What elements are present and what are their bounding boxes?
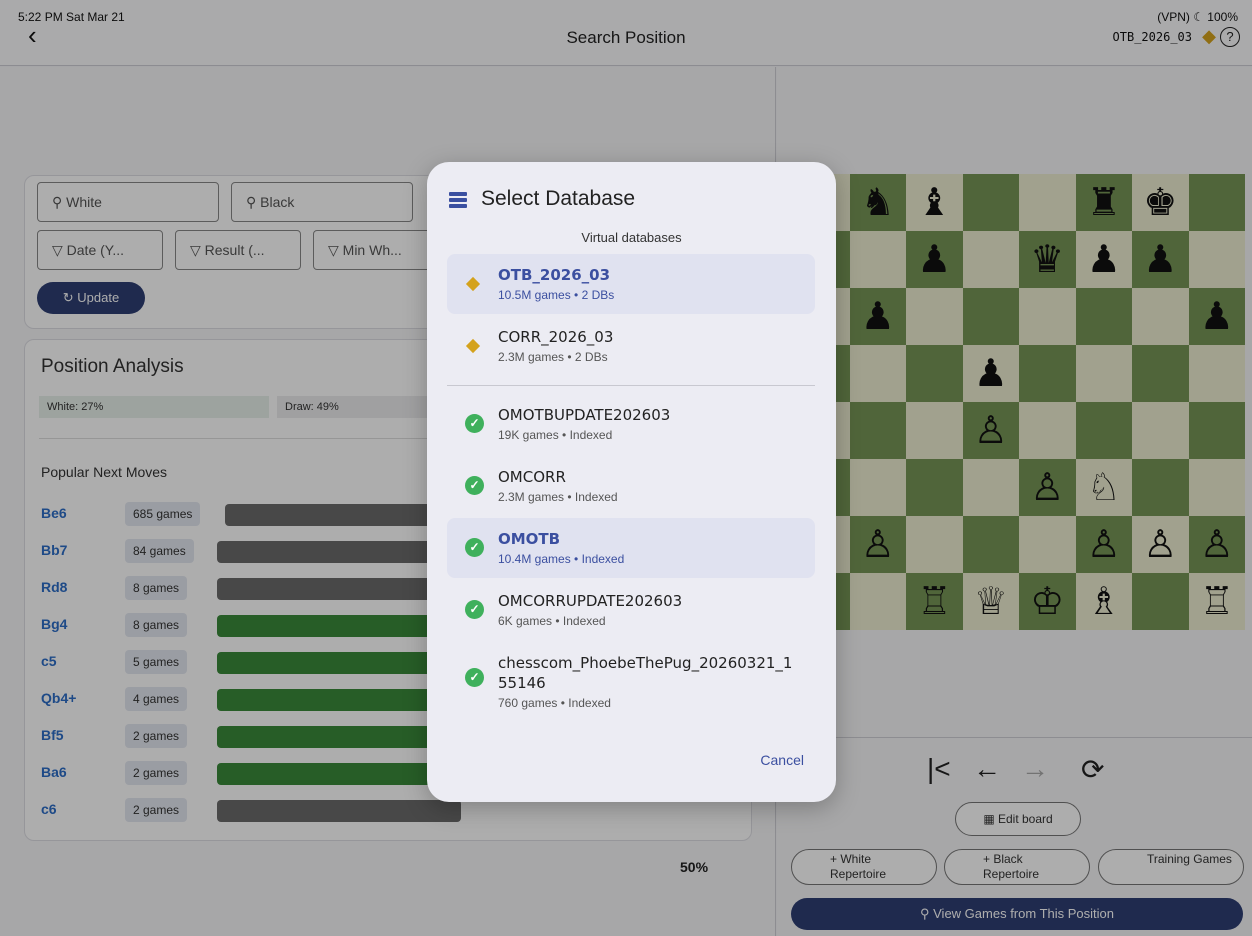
database-option[interactable]: OTB_2026_03 10.5M games • 2 DBs (447, 254, 815, 314)
database-option[interactable]: ✓ OMCORR 2.3M games • Indexed (447, 456, 815, 516)
database-option[interactable]: ✓ chesscom_PhoebeThePug_20260321_1 55146 76… (447, 642, 815, 714)
database-details: 10.5M games • 2 DBs (498, 288, 615, 302)
database-details: 19K games • Indexed (498, 428, 613, 442)
database-name: OMCORRUPDATE202603 (498, 592, 683, 610)
database-option[interactable]: ✓ OMCORRUPDATE202603 6K games • Indexed (447, 580, 815, 640)
database-name: chesscom_PhoebeThePug_20260321_1 (498, 654, 793, 672)
virtual-databases-heading: Virtual databases (581, 230, 682, 245)
check-circle-icon: ✓ (465, 600, 484, 619)
database-name: CORR_2026_03 (498, 328, 614, 346)
cancel-button[interactable]: Cancel (760, 752, 804, 768)
check-circle-icon: ✓ (465, 476, 484, 495)
dialog-title: Select Database (481, 187, 636, 210)
database-details: 2.3M games • 2 DBs (498, 350, 608, 364)
divider (447, 385, 815, 386)
database-details: 760 games • Indexed (498, 696, 611, 710)
select-database-dialog: Select Database Virtual databases OTB_20… (427, 162, 836, 802)
layers-icon (465, 338, 481, 355)
check-circle-icon: ✓ (465, 414, 484, 433)
database-name: OMCORR (498, 468, 566, 486)
check-circle-icon: ✓ (465, 668, 484, 687)
database-name: OMOTBUPDATE202603 (498, 406, 671, 424)
database-name: OTB_2026_03 (498, 266, 611, 284)
database-option[interactable]: ✓ OMOTB 10.4M games • Indexed (447, 518, 815, 578)
database-name-continued: 55146 (498, 674, 546, 692)
database-details: 2.3M games • Indexed (498, 490, 618, 504)
database-details: 10.4M games • Indexed (498, 552, 625, 566)
layers-icon (465, 276, 481, 293)
database-list-icon (449, 192, 467, 210)
check-circle-icon: ✓ (465, 538, 484, 557)
database-details: 6K games • Indexed (498, 614, 606, 628)
database-option[interactable]: CORR_2026_03 2.3M games • 2 DBs (447, 316, 815, 376)
database-option[interactable]: ✓ OMOTBUPDATE202603 19K games • Indexed (447, 394, 815, 454)
database-name: OMOTB (498, 530, 561, 548)
